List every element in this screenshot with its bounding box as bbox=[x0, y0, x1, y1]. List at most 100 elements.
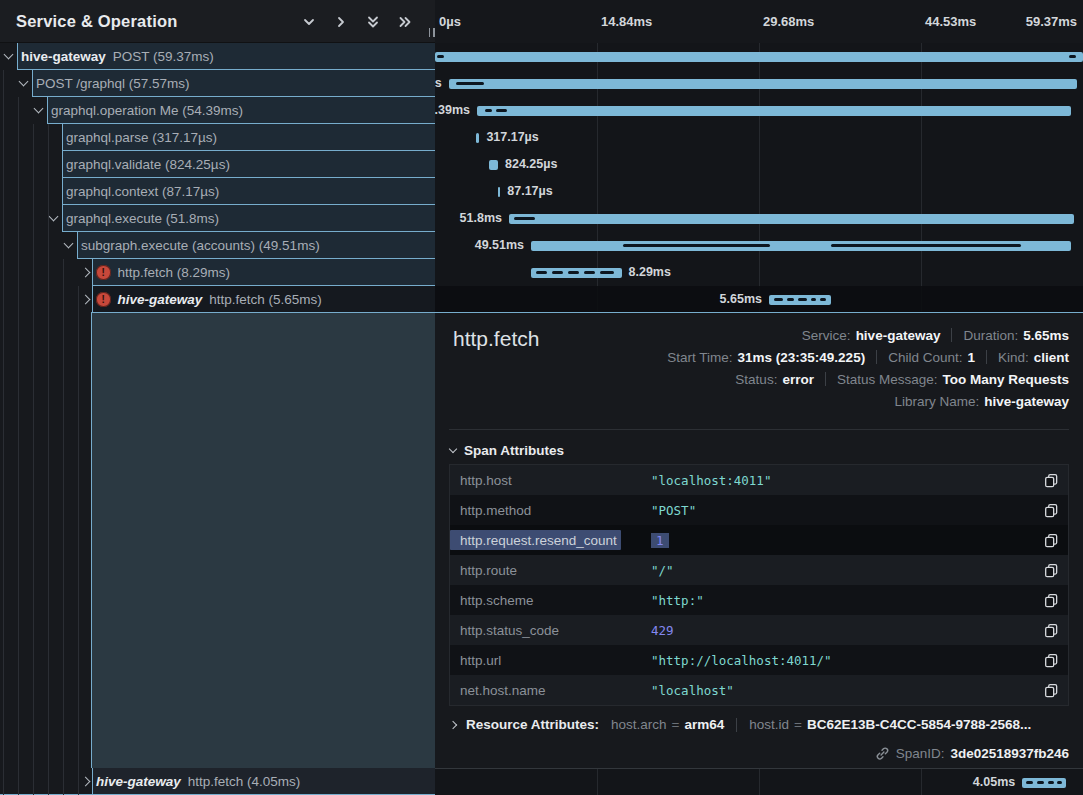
timeline-row[interactable]: 51.8ms bbox=[435, 205, 1083, 232]
span-duration-bar[interactable] bbox=[531, 241, 1071, 251]
tree-title: Service & Operation bbox=[16, 12, 178, 31]
attribute-value: "http://localhost:4011/" bbox=[651, 653, 1034, 668]
meta-value: Too Many Requests bbox=[942, 372, 1069, 387]
bar-mark bbox=[584, 271, 595, 274]
timeline-tick: 44.53ms bbox=[925, 0, 976, 43]
bar-duration-label: 54.39ms bbox=[435, 97, 470, 124]
span-attributes-table: http.host"localhost:4011"http.method"POS… bbox=[449, 464, 1069, 706]
timeline-row[interactable]: 87.17µs bbox=[435, 178, 1083, 205]
bar-duration-label: 87.17µs bbox=[507, 178, 552, 205]
span-duration-bar[interactable] bbox=[769, 295, 831, 305]
link-icon bbox=[875, 746, 890, 761]
bar-mark bbox=[1069, 55, 1076, 58]
span-duration-bar[interactable] bbox=[489, 160, 498, 170]
span-operation-label: graphql.validate (824.25µs) bbox=[66, 157, 230, 172]
timeline-row[interactable] bbox=[435, 43, 1083, 70]
span-service-name: hive-gateway bbox=[21, 49, 106, 64]
copy-icon[interactable] bbox=[1034, 653, 1068, 668]
resource-key: host.id bbox=[749, 717, 789, 732]
span-duration-bar[interactable] bbox=[531, 268, 621, 278]
span-meta: Service:hive-gatewayDuration:5.65msStart… bbox=[667, 324, 1069, 412]
tree-row[interactable]: subgraph.execute (accounts) (49.51ms) bbox=[0, 232, 435, 259]
meta-label: Status: bbox=[735, 372, 777, 387]
attribute-row[interactable]: http.status_code429 bbox=[450, 615, 1068, 645]
copy-icon[interactable] bbox=[1034, 503, 1068, 518]
attribute-row[interactable]: http.url"http://localhost:4011/" bbox=[450, 645, 1068, 675]
tree-row[interactable]: hive-gatewayhttp.fetch (4.05ms) bbox=[0, 768, 435, 795]
span-duration-bar[interactable] bbox=[435, 52, 1083, 62]
attribute-value: "POST" bbox=[651, 503, 1034, 518]
indent-guide bbox=[33, 124, 34, 795]
expand-all-icon[interactable] bbox=[396, 13, 413, 30]
tree-row[interactable]: !http.fetch (8.29ms) bbox=[0, 259, 435, 286]
bar-duration-label: 8.29ms bbox=[629, 259, 671, 286]
span-title: http.fetch bbox=[453, 327, 539, 351]
tree-row[interactable]: graphql.context (87.17µs) bbox=[0, 178, 435, 205]
resource-key: host.arch bbox=[611, 717, 667, 732]
span-operation-label: POST (59.37ms) bbox=[113, 49, 214, 64]
copy-icon[interactable] bbox=[1034, 473, 1068, 488]
span-service-name: hive-gateway bbox=[118, 292, 203, 307]
tree-row[interactable]: graphql.parse (317.17µs) bbox=[0, 124, 435, 151]
timeline-row[interactable]: 49.51ms bbox=[435, 232, 1083, 259]
resource-value: arm64 bbox=[684, 717, 724, 732]
tree-row[interactable]: !hive-gatewayhttp.fetch (5.65ms) bbox=[0, 286, 435, 313]
meta-label: Child Count: bbox=[888, 350, 962, 365]
meta-label: Library Name: bbox=[894, 394, 979, 409]
span-duration-bar[interactable] bbox=[509, 214, 1074, 224]
attribute-row[interactable]: http.method"POST" bbox=[450, 495, 1068, 525]
panel-resize-handle[interactable] bbox=[425, 27, 438, 38]
timeline-row[interactable]: 317.17µs bbox=[435, 124, 1083, 151]
bar-mark bbox=[437, 55, 444, 58]
timeline-tick: 0µs bbox=[439, 0, 461, 43]
timeline-row[interactable]: 5.65ms bbox=[435, 286, 1083, 313]
span-operation-label: graphql.execute (51.8ms) bbox=[66, 211, 219, 226]
meta-value: 31ms (23:35:49.225) bbox=[738, 350, 866, 365]
copy-icon[interactable] bbox=[1034, 683, 1068, 698]
timeline-row[interactable]: 57.57ms bbox=[435, 70, 1083, 97]
timeline-row[interactable]: 4.05ms bbox=[435, 769, 1083, 795]
attribute-key: http.scheme bbox=[450, 593, 651, 608]
span-operation-label: graphql.parse (317.17µs) bbox=[66, 130, 217, 145]
copy-icon[interactable] bbox=[1034, 623, 1068, 638]
span-id: SpanID: 3de02518937fb246 bbox=[875, 746, 1069, 761]
span-detail-panel: http.fetch Service:hive-gatewayDuration:… bbox=[435, 312, 1083, 768]
meta-divider bbox=[986, 350, 987, 364]
attribute-row[interactable]: http.route"/" bbox=[450, 555, 1068, 585]
tree-row[interactable]: hive-gateway POST (59.37ms) bbox=[0, 43, 435, 70]
timeline-row[interactable]: 54.39ms bbox=[435, 97, 1083, 124]
tree-row[interactable]: POST /graphql (57.57ms) bbox=[0, 70, 435, 97]
meta-label: Kind: bbox=[998, 350, 1029, 365]
span-duration-bar[interactable] bbox=[1022, 778, 1066, 788]
tree-row[interactable]: graphql.validate (824.25µs) bbox=[0, 151, 435, 178]
timeline-row[interactable]: 8.29ms bbox=[435, 259, 1083, 286]
span-duration-bar[interactable] bbox=[476, 133, 479, 143]
span-duration-bar[interactable] bbox=[449, 79, 1077, 89]
tree-row[interactable]: graphql.operation Me (54.39ms) bbox=[0, 97, 435, 124]
span-duration-bar[interactable] bbox=[498, 187, 501, 197]
span-operation-label: http.fetch (4.05ms) bbox=[188, 774, 301, 789]
meta-divider bbox=[876, 350, 877, 364]
attribute-row[interactable]: net.host.name"localhost" bbox=[450, 675, 1068, 705]
span-operation-label: POST /graphql (57.57ms) bbox=[36, 76, 190, 91]
span-attributes-header[interactable]: Span Attributes bbox=[450, 440, 564, 460]
collapse-all-icon[interactable] bbox=[364, 13, 381, 30]
attribute-row[interactable]: http.scheme"http:" bbox=[450, 585, 1068, 615]
span-duration-bar[interactable] bbox=[477, 106, 1071, 116]
attribute-key: http.route bbox=[450, 563, 651, 578]
attribute-row[interactable]: http.request.resend_count1 bbox=[450, 525, 1068, 555]
bar-mark bbox=[798, 298, 807, 301]
equals-sign: = bbox=[794, 717, 802, 732]
expand-one-icon[interactable] bbox=[332, 13, 349, 30]
timeline-row[interactable]: 824.25µs bbox=[435, 151, 1083, 178]
resource-attributes[interactable]: Resource Attributes: host.arch=arm64host… bbox=[450, 717, 1031, 732]
copy-icon[interactable] bbox=[1034, 563, 1068, 578]
collapse-one-icon[interactable] bbox=[300, 13, 317, 30]
tree-row[interactable]: graphql.execute (51.8ms) bbox=[0, 205, 435, 232]
attribute-row[interactable]: http.host"localhost:4011" bbox=[450, 465, 1068, 495]
meta-value: hive-gateway bbox=[856, 328, 941, 343]
copy-icon[interactable] bbox=[1034, 593, 1068, 608]
meta-divider bbox=[951, 328, 952, 342]
copy-icon[interactable] bbox=[1034, 533, 1068, 548]
indent-guide bbox=[63, 259, 64, 795]
